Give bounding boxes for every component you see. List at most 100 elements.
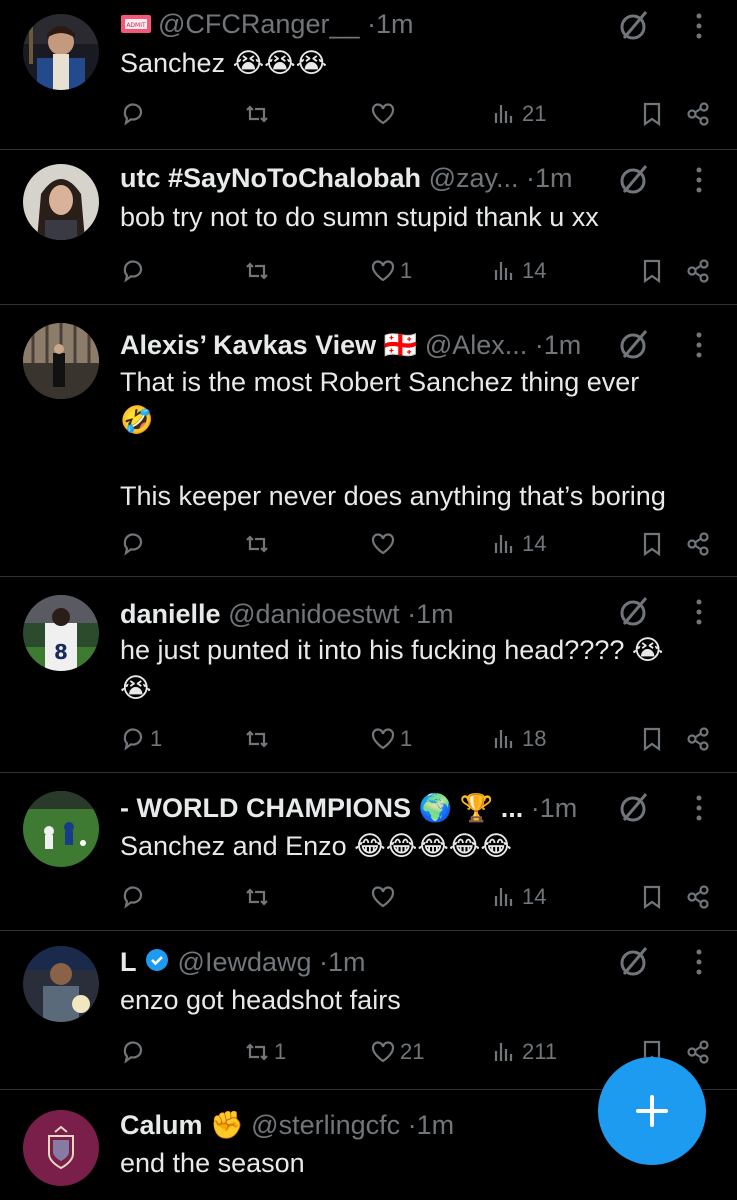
- timeline-feed: ADMIT @CFCRanger__ ·1m Sanchez 😭😭😭 21 ut…: [0, 0, 737, 1200]
- share-button[interactable]: [683, 719, 713, 759]
- retweet-button[interactable]: 1: [242, 1032, 286, 1072]
- reply-button[interactable]: [118, 251, 150, 291]
- tweet[interactable]: - WORLD CHAMPIONS 🌍 🏆 ... ·1m Sanchez an…: [0, 773, 737, 931]
- share-button[interactable]: [683, 251, 713, 291]
- tweet-handle[interactable]: @zay...: [429, 163, 519, 193]
- grok-icon[interactable]: [616, 944, 652, 980]
- like-button[interactable]: 1: [368, 719, 412, 759]
- views-button[interactable]: 14: [490, 251, 546, 291]
- like-count: 1: [400, 258, 413, 283]
- more-options-icon[interactable]: [689, 162, 709, 198]
- views-icon: [494, 1043, 513, 1061]
- tweet-time[interactable]: 1m: [416, 599, 454, 629]
- tweet-time[interactable]: 1m: [535, 163, 573, 193]
- tweet-time[interactable]: 1m: [417, 1110, 455, 1140]
- bookmark-icon: [643, 727, 661, 752]
- tweet-time[interactable]: 1m: [544, 330, 582, 360]
- retweet-button[interactable]: [242, 719, 274, 759]
- avatar[interactable]: [23, 323, 99, 399]
- display-name[interactable]: danielle: [120, 599, 221, 629]
- reply-button[interactable]: 1: [118, 719, 162, 759]
- reply-button[interactable]: [118, 1032, 150, 1072]
- like-button[interactable]: [368, 877, 400, 917]
- share-button[interactable]: [683, 94, 713, 134]
- like-button[interactable]: 1: [368, 251, 412, 291]
- tweet-handle[interactable]: @Iewdawg: [178, 947, 312, 977]
- tweet-handle[interactable]: @CFCRanger__: [158, 9, 360, 39]
- grok-icon[interactable]: [616, 594, 652, 630]
- tweet[interactable]: 8 danielle @danidoestwt ·1m he just punt…: [0, 577, 737, 773]
- tweet-handle[interactable]: @danidoestwt: [228, 599, 400, 629]
- share-icon: [687, 102, 709, 126]
- like-button[interactable]: [368, 524, 400, 564]
- separator-dot: ·: [526, 163, 536, 193]
- retweet-icon: [246, 262, 268, 280]
- display-name[interactable]: Calum ✊: [120, 1110, 244, 1140]
- share-button[interactable]: [683, 1032, 713, 1072]
- display-name[interactable]: L: [120, 947, 137, 977]
- svg-text:8: 8: [54, 640, 68, 664]
- grok-icon[interactable]: [616, 8, 652, 44]
- bookmark-button[interactable]: [637, 94, 667, 134]
- more-options-icon[interactable]: [689, 790, 709, 826]
- tweet-time[interactable]: 1m: [540, 793, 578, 823]
- views-button[interactable]: 14: [490, 877, 546, 917]
- avatar[interactable]: [23, 791, 99, 867]
- tweet[interactable]: Alexis’ Kavkas View 🇬🇪 @Alex... ·1m That…: [0, 305, 737, 577]
- like-count: 1: [400, 726, 413, 751]
- bookmark-button[interactable]: [637, 877, 667, 917]
- display-name[interactable]: Alexis’ Kavkas View 🇬🇪: [120, 330, 417, 360]
- retweet-icon: [246, 888, 268, 906]
- views-button[interactable]: 211: [490, 1032, 557, 1072]
- more-options-icon[interactable]: [689, 944, 709, 980]
- tweet-text: bob try not to do sumn stupid thank u xx: [120, 202, 599, 232]
- bookmark-button[interactable]: [637, 524, 667, 564]
- tweet-header: ADMIT @CFCRanger__ ·1m: [120, 6, 627, 42]
- tweet-header: Alexis’ Kavkas View 🇬🇪 @Alex... ·1m: [120, 327, 627, 363]
- avatar[interactable]: [23, 946, 99, 1022]
- retweet-button[interactable]: [242, 94, 274, 134]
- grok-icon[interactable]: [616, 327, 652, 363]
- display-name[interactable]: - WORLD CHAMPIONS 🌍 🏆 ...: [120, 793, 523, 823]
- reply-count: 1: [150, 726, 163, 751]
- bookmark-button[interactable]: [637, 251, 667, 291]
- tweet[interactable]: utc #SayNoToChalobah @zay... ·1m bob try…: [0, 150, 737, 305]
- tweet-handle[interactable]: @sterlingcfc: [251, 1110, 400, 1140]
- tweet-handle[interactable]: @Alex...: [425, 330, 527, 360]
- separator-dot: ·: [407, 1110, 417, 1140]
- reply-button[interactable]: [118, 524, 150, 564]
- grok-icon[interactable]: [616, 162, 652, 198]
- more-options-icon[interactable]: [689, 8, 709, 44]
- like-button[interactable]: 21: [368, 1032, 424, 1072]
- avatar[interactable]: [23, 164, 99, 240]
- more-options-icon[interactable]: [689, 594, 709, 630]
- retweet-button[interactable]: [242, 524, 274, 564]
- views-button[interactable]: 14: [490, 524, 546, 564]
- tweet-time[interactable]: 1m: [328, 947, 366, 977]
- avatar[interactable]: 8: [23, 595, 99, 671]
- compose-button[interactable]: [598, 1057, 706, 1165]
- grok-icon[interactable]: [616, 790, 652, 826]
- tweet-time[interactable]: 1m: [376, 9, 414, 39]
- like-button[interactable]: [368, 94, 400, 134]
- views-icon: [494, 105, 513, 123]
- reply-icon: [123, 886, 143, 909]
- views-button[interactable]: 18: [490, 719, 546, 759]
- retweet-button[interactable]: [242, 877, 274, 917]
- avatar[interactable]: [23, 1110, 99, 1186]
- views-button[interactable]: 21: [490, 94, 546, 134]
- retweet-button[interactable]: [242, 251, 274, 291]
- more-options-icon[interactable]: [689, 327, 709, 363]
- heart-icon: [371, 103, 395, 125]
- tweet-text: he just punted it into his fucking head?…: [120, 635, 664, 703]
- share-icon: [687, 532, 709, 556]
- bookmark-button[interactable]: [637, 719, 667, 759]
- reply-button[interactable]: [118, 877, 150, 917]
- reply-button[interactable]: [118, 94, 150, 134]
- tweet[interactable]: ADMIT @CFCRanger__ ·1m Sanchez 😭😭😭 21: [0, 0, 737, 150]
- share-button[interactable]: [683, 524, 713, 564]
- display-name[interactable]: utc #SayNoToChalobah: [120, 163, 421, 193]
- share-button[interactable]: [683, 877, 713, 917]
- bookmark-icon: [643, 259, 661, 284]
- avatar[interactable]: [23, 14, 99, 90]
